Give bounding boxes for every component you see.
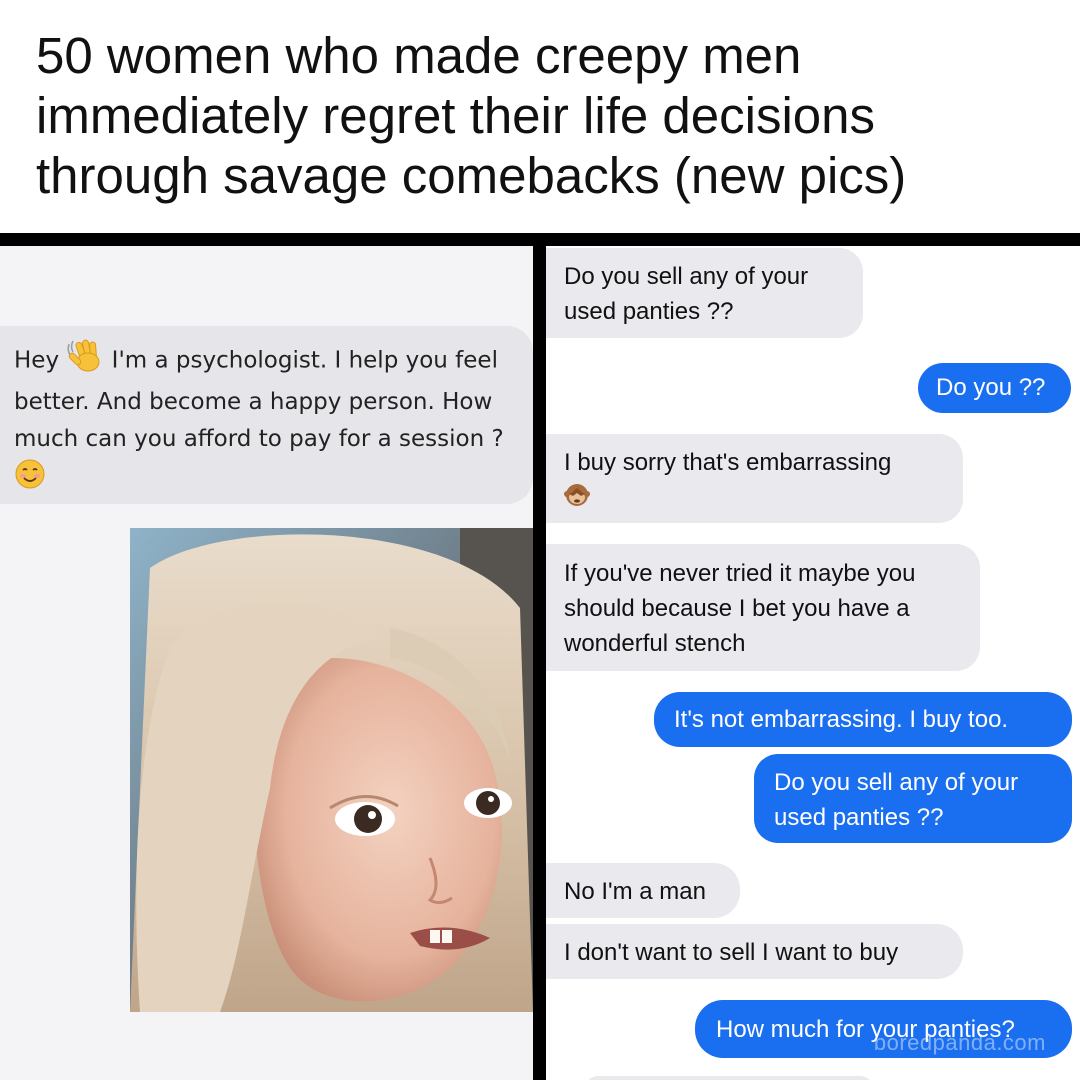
sent-message: Do you ?? xyxy=(918,363,1071,413)
received-message: I buy sorry that's embarrassing xyxy=(546,434,963,523)
panel-divider xyxy=(533,246,546,1080)
psychologist-message-bubble: Hey I'm a psychologist. I help you feel … xyxy=(0,326,533,504)
reaction-photo xyxy=(130,528,533,1012)
header: 50 women who made creepy men immediately… xyxy=(0,0,1080,233)
message-text: I buy sorry that's embarrassing xyxy=(564,449,892,476)
received-message-partial xyxy=(584,1076,874,1080)
watermark: boredpanda.com xyxy=(873,1030,1046,1055)
right-screenshot: Do you sell any of your used panties ?? … xyxy=(546,246,1080,1080)
page-title: 50 women who made creepy men immediately… xyxy=(36,27,907,204)
received-message: No I'm a man xyxy=(546,863,740,918)
top-divider xyxy=(0,233,1080,246)
left-screenshot: Hey I'm a psychologist. I help you feel … xyxy=(0,246,533,1080)
received-message: If you've never tried it maybe you shoul… xyxy=(546,544,980,671)
smiling-face-icon xyxy=(14,458,46,502)
waving-hand-icon xyxy=(66,338,104,384)
received-message: I don't want to sell I want to buy xyxy=(546,924,963,979)
sent-message: It's not embarrassing. I buy too. xyxy=(654,692,1072,747)
message-text-start: Hey xyxy=(14,347,60,374)
see-no-evil-monkey-icon xyxy=(564,482,945,518)
sent-message: Do you sell any of your used panties ?? xyxy=(754,754,1072,843)
received-message: Do you sell any of your used panties ?? xyxy=(546,248,863,338)
